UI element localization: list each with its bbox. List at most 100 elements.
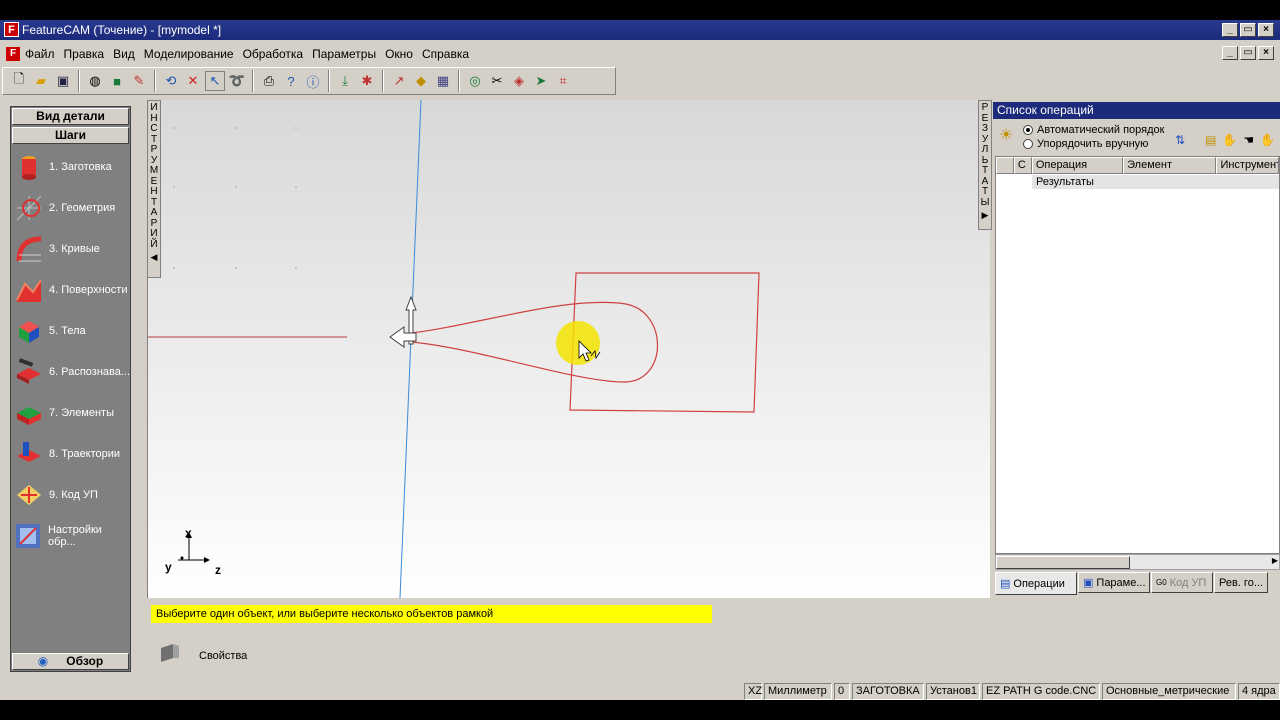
select-icon[interactable]: ↖ [205,71,225,91]
toolpath-icon[interactable]: ✂ [487,71,507,91]
doc-close-button[interactable]: × [1258,46,1274,60]
doc-minimize-button[interactable]: _ [1222,46,1238,60]
setup-icon[interactable]: ⌗ [553,71,573,91]
render-icon[interactable]: ✎ [129,71,149,91]
expand-right-arrow-icon[interactable]: ▶ [979,210,991,221]
menu-help[interactable]: Справка [422,47,469,61]
part-view-header[interactable]: Вид детали [12,108,129,125]
status-post[interactable]: EZ PATH G code.CNC [982,683,1100,700]
bottom-black-band [0,700,1280,720]
status-layer[interactable]: ЗАГОТОВКА [852,683,924,700]
steps-header[interactable]: Шаги [12,127,129,144]
curve-tool-icon[interactable]: ↗ [389,71,409,91]
undo-icon[interactable]: ⟲ [161,71,181,91]
restore-button[interactable]: ▭ [1240,23,1256,37]
results-row[interactable]: Результаты [1032,175,1279,189]
toolpaths-icon [13,438,45,470]
tab-parameters[interactable]: ▣ Параме... [1078,572,1150,593]
step-label: 3. Кривые [49,243,100,255]
stock-icon [13,151,45,183]
step-label: 1. Заготовка [49,161,112,173]
step-recognition[interactable]: 6. Распознава... [13,354,130,390]
menu-edit[interactable]: Правка [64,47,105,61]
step-settings[interactable]: Настройки обр... [13,518,130,554]
open-folder-icon[interactable]: ▰ [31,71,51,91]
column-header[interactable]: С [1013,157,1032,174]
move-axis-icon[interactable]: ⤓ [335,71,355,91]
tab-label: Параме... [1096,576,1146,589]
lasso-icon[interactable]: ➰ [227,71,247,91]
tab-letter: М [149,165,159,176]
shaded-view-icon[interactable]: ■ [107,71,127,91]
globe-view-icon[interactable]: ◍ [85,71,105,91]
step-nc-code[interactable]: 9. Код УП [13,477,130,513]
help-context-icon[interactable]: ? [281,71,301,91]
menu-parameters[interactable]: Параметры [312,47,376,61]
scroll-right-arrow-icon[interactable]: ▶ [1272,556,1278,565]
scroll-thumb[interactable] [996,556,1130,569]
surface-tool-icon[interactable]: ◆ [411,71,431,91]
step-stock[interactable]: 1. Заготовка [13,149,130,185]
feature-wizard-icon[interactable]: ◎ [465,71,485,91]
sort-icon[interactable]: ⇅ [1175,133,1185,147]
nc-code-icon[interactable]: ➤ [531,71,551,91]
featurecam-logo-icon: F [4,22,19,37]
tab-operations[interactable]: ▤ Операции [995,572,1077,595]
step-features[interactable]: 7. Элементы [13,395,130,431]
simulate-icon[interactable]: ◈ [509,71,529,91]
tab-letter: А [150,207,158,218]
step-toolpaths[interactable]: 8. Траектории [13,436,130,472]
graphics-canvas[interactable]: x y z [147,100,990,598]
save-icon[interactable]: ▣ [53,71,73,91]
doc-restore-button[interactable]: ▭ [1240,46,1256,60]
help-icon[interactable]: ⓘ [303,71,323,91]
radio-dot [1023,125,1033,135]
menu-window[interactable]: Окно [385,47,413,61]
properties-icon[interactable] [159,642,179,662]
transform-icon[interactable]: ✱ [357,71,377,91]
menu-machining[interactable]: Обработка [243,47,304,61]
close-button[interactable]: × [1258,23,1274,37]
column-header[interactable]: Операция [1031,157,1124,174]
column-header[interactable]: Инструмент [1216,157,1279,174]
globe-icon: ◉ [37,654,49,668]
tab-nc-code[interactable]: G0 Код УП [1151,572,1213,593]
print-icon[interactable]: ⎙ [259,71,279,91]
status-units[interactable]: Миллиметр [764,683,832,700]
status-tooling[interactable]: Основные_метрические [1102,683,1236,700]
step-label: Настройки обр... [47,524,102,548]
new-file-icon[interactable]: 🗋 [9,71,29,91]
geometry-icon [13,192,45,224]
operations-hscrollbar[interactable]: ▶ [995,554,1280,570]
tools-vertical-tab[interactable]: И Н С Т Р У М Е Н Т А Р И Й ◀ [147,100,161,278]
auto-order-radio[interactable]: Автоматический порядок [1023,124,1164,136]
operations-wizard-icon[interactable]: ☀ [999,125,1017,147]
tab-letter: Р [981,102,989,113]
document-icon[interactable]: F [6,47,20,61]
tab-revision[interactable]: Рев. го... [1214,572,1268,593]
hand-icon[interactable]: ✋ [1260,133,1275,147]
menu-view[interactable]: Вид [113,47,135,61]
menu-file[interactable]: Файл [25,47,55,61]
overview-button[interactable]: ◉ Обзор [12,653,129,670]
properties-panel: Свойства [147,630,990,680]
tab-label: Рев. го... [1219,576,1263,589]
step-surfaces[interactable]: 4. Поверхности [13,272,130,308]
results-vertical-tab[interactable]: Р Е З У Л Ь Т А Т Ы ▶ [978,100,992,230]
step-geometry[interactable]: 2. Геометрия [13,190,130,226]
add-operation-icon[interactable]: ▤ [1205,133,1216,147]
pan-icon[interactable]: ☚ [1243,133,1254,147]
curves-icon [13,233,45,265]
status-setup[interactable]: Установ1 [926,683,980,700]
collapse-left-arrow-icon[interactable]: ◀ [148,252,160,263]
manual-order-radio[interactable]: Упорядочить вручную [1023,138,1148,150]
menu-modeling[interactable]: Моделирование [144,47,234,61]
minimize-button[interactable]: _ [1222,23,1238,37]
status-cores: 4 ядра [1238,683,1280,700]
solid-tool-icon[interactable]: ▦ [433,71,453,91]
step-curves[interactable]: 3. Кривые [13,231,130,267]
delete-icon[interactable]: ✕ [183,71,203,91]
step-solids[interactable]: 5. Тела [13,313,130,349]
column-header[interactable]: Элемент [1123,157,1217,174]
move-operation-icon[interactable]: ✋ [1222,133,1237,147]
